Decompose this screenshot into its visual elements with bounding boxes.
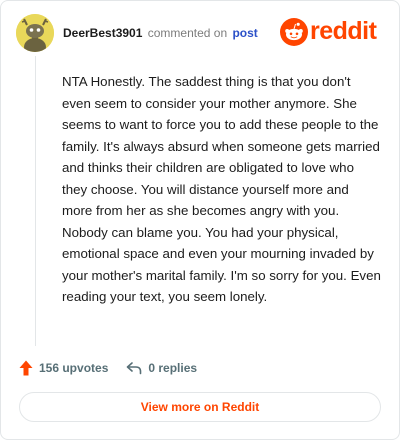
user-avatar-icon[interactable] xyxy=(16,14,54,52)
comment-actions: 156 upvotes 0 replies xyxy=(19,359,197,377)
upvote-count: 156 upvotes xyxy=(39,361,109,375)
reply-arrow-icon xyxy=(127,362,142,375)
reddit-snoo-icon xyxy=(280,18,308,46)
username-link[interactable]: DeerBest3901 xyxy=(63,26,142,40)
reply-button[interactable]: 0 replies xyxy=(126,361,197,375)
post-link[interactable]: post xyxy=(232,26,257,40)
view-more-button[interactable]: View more on Reddit xyxy=(19,392,381,422)
commented-on-label: commented on xyxy=(147,26,228,40)
upvote-button[interactable]: 156 upvotes xyxy=(19,360,108,376)
comment-meta: DeerBest3901 commented on post xyxy=(63,26,258,40)
reddit-wordmark: reddit xyxy=(310,17,377,45)
reddit-logo[interactable]: reddit xyxy=(280,17,384,48)
thread-line xyxy=(35,56,36,346)
comment-body: NTA Honestly. The saddest thing is that … xyxy=(62,74,381,304)
comment-embed-card: DeerBest3901 commented on post reddit NT… xyxy=(0,0,400,440)
comment-header: DeerBest3901 commented on post reddit xyxy=(16,13,388,53)
reply-count: 0 replies xyxy=(148,361,198,375)
upvote-arrow-icon xyxy=(19,360,33,376)
